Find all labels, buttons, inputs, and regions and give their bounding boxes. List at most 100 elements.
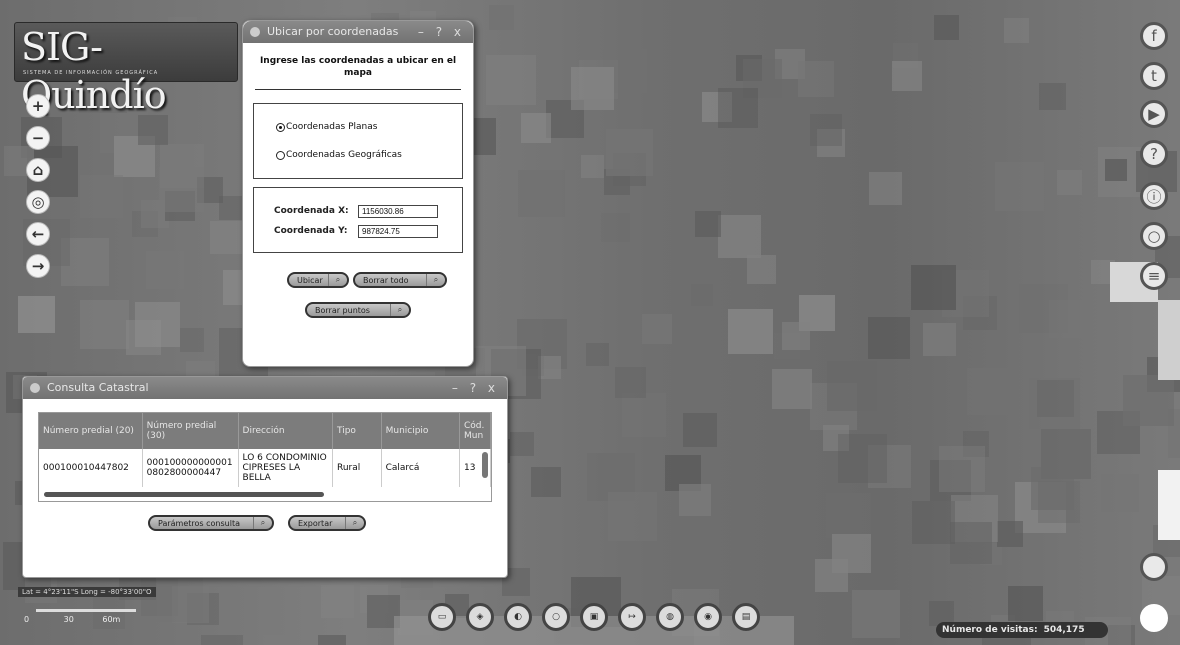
zoom-out-button[interactable]: −	[26, 126, 50, 150]
map-tile	[180, 328, 204, 352]
map-tile	[1038, 481, 1080, 523]
window-controls[interactable]: – ? x	[452, 377, 499, 399]
coord-window-titlebar[interactable]: Ubicar por coordenadas – ? x	[243, 21, 473, 43]
parametros-label: Parámetros consulta	[158, 518, 240, 528]
column-header[interactable]: Tipo	[332, 413, 382, 449]
table-row[interactable]: 000100010447802 000100000000001080280000…	[39, 449, 491, 487]
radio-dot[interactable]	[276, 150, 285, 160]
window-icon	[30, 383, 40, 393]
label-y: Coordenada Y:	[274, 226, 348, 236]
table-header-row: Número predial (20) Número predial (30) …	[39, 413, 491, 449]
table-cell: 000100010447802	[39, 449, 143, 487]
map-tile	[691, 284, 713, 306]
table-cell: LO 6 CONDOMINIO CIPRESES LA BELLA	[238, 449, 333, 487]
ruler-icon[interactable]: ▭	[428, 603, 456, 631]
column-header[interactable]: Número predial (20)	[39, 413, 143, 449]
map-tile	[1158, 300, 1180, 380]
borrar-puntos-label: Borrar puntos	[315, 305, 370, 315]
map-tile	[518, 170, 565, 217]
search-icon: ⌕	[345, 517, 364, 529]
locate-button[interactable]: ◎	[26, 190, 50, 214]
search-icon: ⌕	[426, 274, 445, 286]
table-cell: Calarcá	[381, 449, 461, 487]
map-tile	[159, 167, 204, 212]
visits-label: Número de visitas:	[942, 625, 1038, 635]
map-tile	[1008, 586, 1043, 621]
twitter-icon[interactable]: t	[1140, 62, 1168, 90]
layers-icon[interactable]: ◈	[466, 603, 494, 631]
zoom-in-button[interactable]: +	[26, 94, 50, 118]
eye-icon[interactable]: ◉	[694, 603, 722, 631]
map-tile	[1039, 83, 1066, 110]
window-controls[interactable]: – ? x	[418, 21, 465, 43]
arrow-icon[interactable]: ↦	[618, 603, 646, 631]
menu-icon[interactable]: ≡	[1140, 262, 1168, 290]
column-header[interactable]: Municipio	[381, 413, 461, 449]
map-tile	[1004, 18, 1029, 43]
coord-x-input[interactable]	[358, 205, 438, 218]
label-x: Coordenada X:	[274, 206, 349, 216]
divider	[255, 89, 461, 90]
map-tile	[912, 501, 955, 544]
map-tile	[950, 522, 992, 564]
borrar-puntos-button[interactable]: Borrar puntos ⌕	[305, 302, 411, 318]
info-icon[interactable]: ⓘ	[1140, 182, 1168, 210]
coordinates-readout: Lat = 4°23'11"S Long = -80°33'00"O	[18, 587, 156, 597]
radio-dot[interactable]	[276, 122, 285, 132]
help-icon[interactable]: ?	[1140, 140, 1168, 168]
coord-input-group: Coordenada X: Coordenada Y:	[253, 187, 463, 253]
borrar-todo-button[interactable]: Borrar todo ⌕	[353, 272, 447, 288]
search-icon: ⌕	[328, 274, 347, 286]
map-tile	[869, 172, 902, 205]
exportar-button[interactable]: Exportar ⌕	[288, 515, 366, 531]
vertical-scrollbar[interactable]	[482, 452, 488, 478]
borrar-todo-label: Borrar todo	[363, 275, 409, 285]
map-tile	[80, 300, 129, 349]
map-tile	[967, 368, 1014, 415]
map-tile	[1029, 378, 1080, 429]
table-cell: Rural	[332, 449, 382, 487]
next-extent-button[interactable]: →	[26, 254, 50, 278]
search-icon: ⌕	[253, 517, 272, 529]
radio-planas[interactable]: Coordenadas Planas	[276, 122, 377, 132]
map-tile	[146, 251, 184, 289]
map-tile	[852, 590, 900, 638]
search-icon: ⌕	[390, 304, 409, 316]
ubicar-button[interactable]: Ubicar ⌕	[287, 272, 349, 288]
parametros-consulta-button[interactable]: Parámetros consulta ⌕	[148, 515, 274, 531]
column-header[interactable]: Dirección	[238, 413, 333, 449]
map-tile	[201, 635, 243, 645]
coord-y-input[interactable]	[358, 225, 438, 238]
catastral-title: Consulta Catastral	[47, 381, 149, 394]
catastral-titlebar[interactable]: Consulta Catastral – ? x	[23, 377, 507, 399]
horizontal-scrollbar[interactable]	[44, 492, 324, 497]
facebook-icon[interactable]: f	[1140, 22, 1168, 50]
previous-extent-button[interactable]: ←	[26, 222, 50, 246]
map-tile	[581, 155, 604, 178]
scale-bar: 0 30 60m	[24, 609, 136, 624]
doc-icon[interactable]: ▤	[732, 603, 760, 631]
circle-tool-icon[interactable]: ○	[1140, 222, 1168, 250]
globe-toggle-icon[interactable]	[1140, 553, 1168, 581]
circle-icon[interactable]: ○	[542, 603, 570, 631]
earth-icon[interactable]: ◍	[656, 603, 684, 631]
eye-hide-icon[interactable]	[1140, 604, 1168, 632]
radio-geograficas[interactable]: Coordenadas Geográficas	[276, 150, 402, 160]
home-button[interactable]: ⌂	[26, 158, 50, 182]
youtube-icon[interactable]: ▶	[1140, 100, 1168, 128]
window-icon	[250, 27, 260, 37]
globe-icon[interactable]: ◐	[504, 603, 532, 631]
radio-planas-label: Coordenadas Planas	[286, 122, 378, 132]
print-icon[interactable]: ▣	[580, 603, 608, 631]
column-header[interactable]: Cód. Mun	[459, 413, 491, 449]
map-tile	[718, 215, 761, 258]
map-tile	[892, 61, 922, 91]
catastral-table: Número predial (20) Número predial (30) …	[38, 412, 492, 502]
map-tile	[775, 563, 807, 595]
map-tile	[1105, 159, 1127, 181]
column-header[interactable]: Número predial (30)	[142, 413, 239, 449]
map-tile	[747, 255, 776, 284]
logo-subtitle: SISTEMA DE INFORMACIÓN GEOGRÁFICA	[23, 70, 159, 76]
map-tile	[1158, 470, 1180, 540]
map-tile	[80, 175, 123, 218]
